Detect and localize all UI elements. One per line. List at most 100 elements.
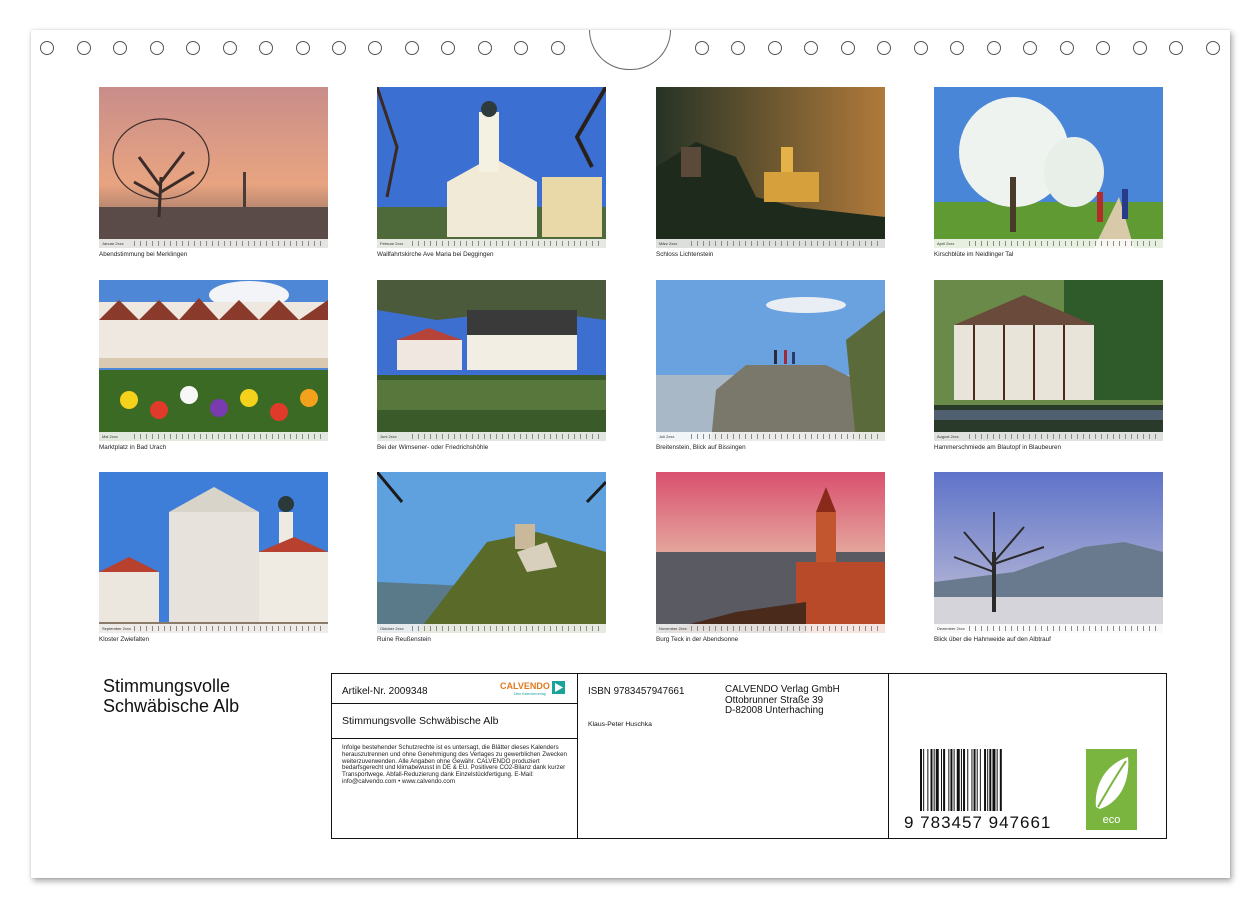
mini-calendar-strip: Juli 2xxx (656, 432, 885, 441)
landscape-photo (656, 87, 885, 248)
month-photo: Juni 2xxx (377, 280, 606, 441)
mini-calendar-days (969, 241, 1160, 246)
divider (332, 738, 577, 739)
landscape-photo (934, 280, 1163, 441)
month-photo: Mai 2xxx (99, 280, 328, 441)
photo-caption: Abendstimmung bei Merklingen (99, 251, 188, 258)
landscape-photo (99, 280, 328, 441)
binding-ring (768, 41, 782, 55)
binding-ring (514, 41, 528, 55)
binding-ring (150, 41, 164, 55)
month-photo: Oktober 2xxx (377, 472, 606, 633)
landscape-photo (99, 87, 328, 248)
article-number: Artikel-Nr. 2009348 (342, 686, 428, 697)
photo-caption: Bei der Wimsener- oder Friedrichshöhle (377, 444, 489, 451)
binding-ring (77, 41, 91, 55)
binding-ring (405, 41, 419, 55)
product-title: Stimmungsvolle Schwäbische Alb (342, 715, 499, 727)
divider (888, 674, 889, 838)
mini-calendar-month: Juni 2xxx (380, 434, 397, 439)
legal-notice: Infolge bestehender Schutzrechte ist es … (342, 744, 567, 785)
binding-ring (441, 41, 455, 55)
mini-calendar-month: September 2xxx (102, 626, 131, 631)
binding-ring (113, 41, 127, 55)
mini-calendar-month: Mai 2xxx (102, 434, 118, 439)
mini-calendar-strip: Januar 2xxx (99, 239, 328, 248)
mini-calendar-strip: Dezember 2xxx (934, 624, 1163, 633)
mini-calendar-days (412, 434, 603, 439)
publisher-line: D-82008 Unterhaching (725, 705, 824, 716)
landscape-photo (377, 472, 606, 633)
binding-ring (1023, 41, 1037, 55)
mini-calendar-strip: April 2xxx (934, 239, 1163, 248)
calvendo-logo-tagline: Dein Kalenderverlag (514, 692, 546, 696)
photo-caption: Kirschblüte im Neidlinger Tal (934, 251, 1014, 258)
mini-calendar-days (412, 241, 603, 246)
leaf-icon: eco (1095, 757, 1129, 826)
mini-calendar-strip: September 2xxx (99, 624, 328, 633)
landscape-photo (656, 280, 885, 441)
landscape-photo (377, 280, 606, 441)
landscape-photo (656, 472, 885, 633)
month-photo: August 2xxx (934, 280, 1163, 441)
calendar-title-line1: Stimmungsvolle (103, 676, 231, 696)
mini-calendar-days (691, 241, 882, 246)
binding-ring (296, 41, 310, 55)
month-photo: März 2xxx (656, 87, 885, 248)
photo-caption: Hammerschmiede am Blautopf in Blaubeuren (934, 444, 1062, 451)
mini-calendar-strip: November 2xxx (656, 624, 885, 633)
mini-calendar-strip: Februar 2xxx (377, 239, 606, 248)
binding-ring (40, 41, 54, 55)
publisher-address: CALVENDO Verlag GmbH Ottobrunner Straße … (725, 684, 840, 717)
mini-calendar-days (969, 626, 1160, 631)
photo-caption: Blick über die Hahnweide auf den Albtrau… (934, 636, 1051, 643)
mini-calendar-month: November 2xxx (659, 626, 687, 631)
month-photo: September 2xxx (99, 472, 328, 633)
binding-ring (950, 41, 964, 55)
binding-ring (987, 41, 1001, 55)
photo-caption: Kloster Zwiefalten (99, 636, 150, 643)
landscape-photo (934, 87, 1163, 248)
mini-calendar-days (691, 434, 882, 439)
month-photo: November 2xxx (656, 472, 885, 633)
eco-badge: eco (1086, 749, 1137, 830)
month-photo: Januar 2xxx (99, 87, 328, 248)
mini-calendar-days (134, 626, 325, 631)
isbn: ISBN 9783457947661 (588, 686, 685, 697)
mini-calendar-days (134, 434, 325, 439)
binding-ring (731, 41, 745, 55)
binding-ring (695, 41, 709, 55)
binding-ring (551, 41, 565, 55)
landscape-photo (99, 472, 328, 633)
product-info-box: Artikel-Nr. 2009348 CALVENDO Dein Kalend… (331, 673, 1167, 839)
month-photo: Februar 2xxx (377, 87, 606, 248)
mini-calendar-days (969, 434, 1160, 439)
mini-calendar-month: Oktober 2xxx (380, 626, 404, 631)
mini-calendar-month: Januar 2xxx (102, 241, 124, 246)
binding-ring (804, 41, 818, 55)
binding-ring (914, 41, 928, 55)
calendar-title-line2: Schwäbische Alb (103, 696, 240, 716)
binding-ring (186, 41, 200, 55)
binding-ring (1096, 41, 1110, 55)
month-photo: Dezember 2xxx (934, 472, 1163, 633)
binding-ring (1133, 41, 1147, 55)
photo-caption: Wallfahrtskirche Ave Maria bei Deggingen (377, 251, 494, 258)
month-photo: April 2xxx (934, 87, 1163, 248)
divider (332, 703, 577, 704)
mini-calendar-strip: Juni 2xxx (377, 432, 606, 441)
author-name: Klaus-Peter Huschka (588, 721, 652, 728)
barcode-number: 9 783457 947661 (904, 813, 1052, 832)
calvendo-logo-text: CALVENDO (500, 681, 550, 691)
mini-calendar-month: Februar 2xxx (380, 241, 404, 246)
binding-ring (1169, 41, 1183, 55)
photo-caption: Ruine Reußenstein (377, 636, 431, 643)
landscape-photo (377, 87, 606, 248)
binding-ring (478, 41, 492, 55)
publisher-line: CALVENDO Verlag GmbH (725, 684, 840, 695)
binding-ring (877, 41, 891, 55)
mini-calendar-month: Dezember 2xxx (937, 626, 965, 631)
binding-ring (841, 41, 855, 55)
mini-calendar-month: April 2xxx (937, 241, 955, 246)
photo-caption: Burg Teck in der Abendsonne (656, 636, 739, 643)
